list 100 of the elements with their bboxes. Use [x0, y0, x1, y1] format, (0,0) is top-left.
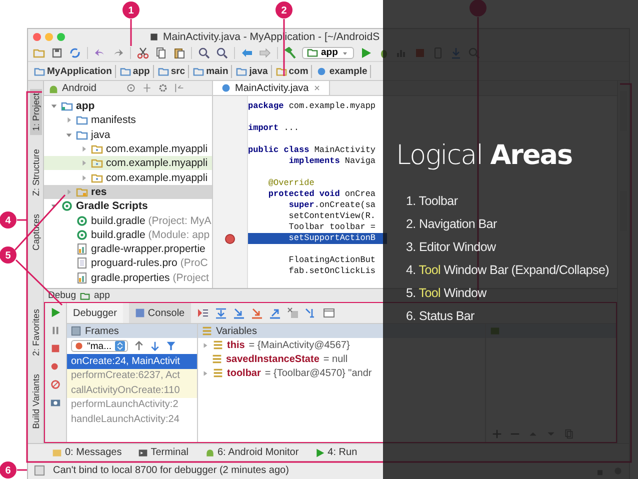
code-line: FloatingActionBut: [288, 255, 376, 266]
breadcrumb[interactable]: main: [191, 64, 232, 78]
close-window-button[interactable]: [33, 32, 41, 40]
search-icon[interactable]: [198, 46, 210, 58]
debug-tab[interactable]: Console: [128, 303, 191, 323]
tree-item[interactable]: proguard-rules.pro (ProC: [44, 256, 212, 271]
tree-item[interactable]: build.gradle (Project: MyA: [44, 213, 212, 228]
tree-item[interactable]: gradle.properties (Project: [44, 270, 212, 285]
forward-arrow-icon[interactable]: [259, 46, 271, 58]
run-icon[interactable]: [360, 46, 372, 58]
tool-window-tab[interactable]: 6: Android Monitor: [198, 446, 305, 459]
zoom-window-button[interactable]: [57, 32, 65, 40]
tool-window-tab[interactable]: Captures: [30, 210, 42, 255]
gear-icon[interactable]: [158, 83, 168, 93]
hide-panel-icon[interactable]: [174, 83, 184, 93]
run-icon[interactable]: [314, 448, 325, 458]
tool-window-tab[interactable]: Z: Structure: [30, 145, 42, 200]
back-arrow-icon[interactable]: [241, 46, 253, 58]
tool-window-tab[interactable]: Build Variants: [30, 370, 42, 432]
code-line: protected void onCrea: [267, 189, 376, 200]
tree-item[interactable]: com.example.myappli: [44, 156, 212, 170]
magnifier-icon[interactable]: [216, 46, 228, 58]
tool-window-tab[interactable]: 0: Messages: [46, 446, 128, 459]
tree-item[interactable]: build.gradle (Module: app: [44, 228, 212, 242]
document-icon: [149, 32, 159, 42]
show-execution-point-icon[interactable]: [196, 307, 209, 319]
breadcrumb[interactable]: src: [156, 64, 190, 78]
list-item: 2. Navigation Bar: [406, 216, 497, 233]
breadcrumb[interactable]: app: [118, 64, 154, 78]
paste-icon[interactable]: [173, 46, 185, 58]
collapsed-arrow-icon[interactable]: [202, 340, 209, 350]
stack-frame-item[interactable]: onCreate:24, MainActivit: [67, 354, 197, 368]
breadcrumb[interactable]: java: [234, 64, 272, 78]
code-line: Toolbar toolbar =: [288, 222, 376, 233]
editor-tab[interactable]: MainActivity.java: [213, 81, 330, 95]
breadcrumb[interactable]: example: [314, 64, 372, 78]
folder-icon[interactable]: [33, 46, 45, 58]
copy-icon[interactable]: [155, 46, 167, 58]
force-step-into-icon[interactable]: [250, 307, 263, 319]
pause-icon[interactable]: [50, 325, 61, 336]
stack-frame-item[interactable]: handleLaunchActivity:24: [67, 412, 197, 426]
tree-item[interactable]: Gradle Scripts: [44, 199, 212, 214]
stop-icon[interactable]: [50, 343, 61, 354]
list-item: 1. Toolbar: [406, 193, 458, 210]
resume-icon[interactable]: [50, 307, 61, 318]
tree-item[interactable]: java: [44, 128, 212, 142]
thread-icon: [74, 341, 84, 351]
expanded-arrow-icon[interactable]: [50, 102, 58, 110]
sync-icon[interactable]: [69, 46, 81, 58]
variable-name: toolbar: [227, 368, 261, 378]
gradle-icon: [76, 228, 88, 241]
tree-item[interactable]: manifests: [44, 113, 212, 128]
step-out-icon[interactable]: [268, 307, 281, 319]
up-arrow-icon[interactable]: [134, 341, 144, 351]
list-item: 3. Editor Window: [406, 239, 496, 256]
tree-item[interactable]: res: [44, 184, 212, 200]
panel-toggle-icon[interactable]: [34, 465, 45, 476]
tool-window-tab[interactable]: 4: Run: [308, 446, 364, 459]
save-icon[interactable]: [51, 46, 63, 58]
code-line: package com.example.myapp: [248, 101, 376, 112]
slide-title: Logical Areas: [396, 140, 572, 171]
breakpoint-icon[interactable]: [225, 234, 235, 244]
tool-window-tab[interactable]: Terminal: [132, 446, 194, 459]
filter-icon[interactable]: [166, 341, 176, 351]
code-line: fab.setOnClickLis: [288, 266, 376, 277]
breadcrumb[interactable]: com: [274, 64, 312, 78]
camera-icon[interactable]: [50, 397, 61, 408]
mute-breakpoints-icon[interactable]: [50, 379, 61, 390]
callout-marker: 4: [0, 212, 16, 228]
code-line: @Override: [267, 178, 314, 189]
tool-window-tab[interactable]: 2: Favorites: [30, 304, 42, 360]
target-icon[interactable]: [126, 83, 136, 93]
scissors-icon[interactable]: [137, 46, 149, 58]
package-folder-icon: [91, 143, 103, 156]
breadcrumb[interactable]: MyApplication: [32, 64, 116, 78]
tree-item[interactable]: com.example.myappli: [44, 142, 212, 156]
collapsed-arrow-icon[interactable]: [65, 116, 73, 124]
run-configuration-dropdown[interactable]: app: [302, 46, 354, 58]
stack-frame-item[interactable]: performLaunchActivity:2: [67, 398, 197, 412]
thread-dropdown[interactable]: "ma...: [71, 340, 128, 352]
code-line: setContentView(R.: [288, 211, 376, 222]
tree-item[interactable]: gradle-wrapper.propertie: [44, 242, 212, 256]
down-arrow-icon[interactable]: [150, 341, 160, 351]
debug-tab[interactable]: Debugger: [67, 303, 123, 323]
expanded-arrow-icon[interactable]: [65, 130, 73, 139]
step-over-icon[interactable]: [214, 307, 227, 319]
collapsed-arrow-icon[interactable]: [202, 368, 209, 378]
android-icon[interactable]: [204, 448, 214, 458]
close-icon[interactable]: [312, 84, 321, 92]
redo-icon[interactable]: [112, 46, 124, 58]
run-to-cursor-icon[interactable]: [304, 307, 317, 319]
step-into-icon[interactable]: [232, 307, 245, 319]
file-icon: [76, 257, 88, 270]
hammer-icon[interactable]: [284, 46, 296, 58]
tree-item[interactable]: com.example.myappli: [44, 170, 212, 185]
list-item: 6. Status Bar: [406, 308, 474, 325]
folder-icon: [76, 114, 88, 126]
terminal-icon[interactable]: [138, 448, 148, 458]
tree-item[interactable]: app: [44, 99, 212, 114]
tool-window-tab[interactable]: 1: Project: [30, 89, 42, 136]
